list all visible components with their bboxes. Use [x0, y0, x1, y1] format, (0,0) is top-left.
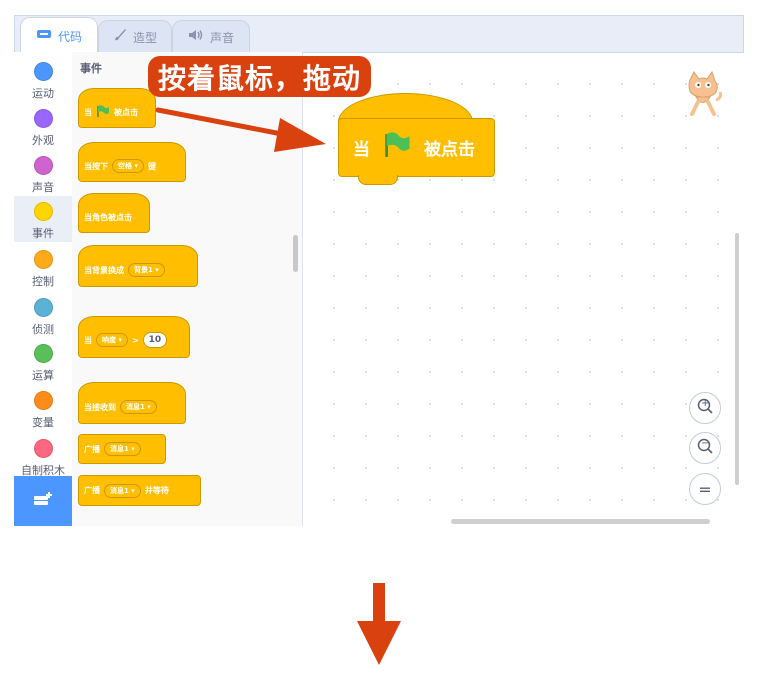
block-when-flag-clicked[interactable]: 当 被点击 [78, 88, 156, 128]
tab-sounds[interactable]: 声音 [172, 20, 250, 53]
block-when-receive[interactable]: 当接收到 消息1 ▾ [78, 382, 186, 424]
canvas-horizontal-scrollbar[interactable] [451, 519, 710, 524]
message-value: 消息1 [110, 445, 129, 453]
category-variables[interactable]: 变量 [14, 385, 72, 431]
block-when-backdrop-switches[interactable]: 当背景换成 背景1 ▾ [78, 245, 198, 287]
block-text: 当背景换成 [84, 265, 124, 275]
backdrop-value: 背景1 [134, 266, 153, 274]
add-extension-button[interactable] [14, 476, 72, 526]
block-when-sprite-clicked[interactable]: 当角色被点击 [78, 193, 150, 233]
category-myblocks[interactable]: 自制积木 [14, 433, 72, 479]
block-broadcast-and-wait[interactable]: 广播 消息1 ▾ 并等待 [78, 475, 201, 506]
category-menu: 运动 外观 声音 事件 控制 侦测 运算 变量 自制积木 [14, 52, 73, 526]
block-text: 广播 [84, 486, 100, 495]
sprite-cat-icon[interactable] [682, 70, 724, 120]
message-value: 消息1 [110, 486, 129, 495]
zoom-out-button[interactable]: − [689, 432, 721, 464]
down-arrow-icon [357, 583, 401, 665]
category-control[interactable]: 控制 [14, 244, 72, 290]
block-text: 当接收到 [84, 402, 116, 412]
brush-icon [113, 28, 127, 46]
threshold-input[interactable]: 10 [142, 332, 168, 348]
speaker-icon [188, 29, 204, 45]
tab-bar: 代码 造型 声音 [14, 15, 744, 54]
category-label: 运动 [32, 87, 54, 100]
block-text: 当按下 [84, 161, 108, 171]
zoom-reset-symbol: = [698, 479, 712, 499]
tab-code-label: 代码 [57, 29, 82, 44]
key-value: 空格 [118, 162, 132, 170]
canvas-block-text: 被点击 [424, 140, 475, 160]
category-looks[interactable]: 外观 [14, 103, 72, 149]
sensing-dot-icon [33, 298, 53, 317]
control-dot-icon [33, 250, 53, 269]
tab-sounds-label: 声音 [209, 30, 234, 45]
category-label: 声音 [32, 181, 54, 194]
block-text: 当角色被点击 [84, 212, 132, 222]
zoom-out-symbol: − [701, 438, 710, 449]
tab-costumes[interactable]: 造型 [98, 20, 172, 53]
tab-costumes-label: 造型 [132, 30, 157, 45]
category-label: 运算 [32, 369, 54, 382]
message-value: 消息1 [126, 403, 145, 411]
category-motion[interactable]: 运动 [14, 56, 72, 102]
canvas-block-notch [358, 175, 398, 185]
operators-dot-icon [33, 344, 53, 363]
category-sensing[interactable]: 侦测 [14, 292, 72, 338]
looks-dot-icon [33, 109, 53, 128]
tab-code[interactable]: 代码 [20, 17, 98, 54]
sensor-value: 响度 [102, 336, 116, 344]
message-dropdown[interactable]: 消息1 ▾ [120, 400, 157, 414]
block-text: 广播 [84, 444, 100, 454]
motion-dot-icon [33, 62, 53, 81]
sensor-dropdown[interactable]: 响度 ▾ [96, 333, 128, 347]
category-label: 变量 [32, 416, 54, 429]
block-text: 键 [147, 161, 156, 171]
block-text: 当 [84, 335, 92, 345]
broadcast-dropdown[interactable]: 消息1 ▾ [104, 442, 141, 456]
canvas-block-text: 当 [353, 140, 370, 160]
category-label: 侦测 [32, 323, 54, 336]
sound-dot-icon [33, 156, 53, 175]
instruction-banner: 按着鼠标，拖动 [148, 56, 372, 97]
events-dot-icon [33, 202, 53, 221]
canvas-block-when-flag-clicked[interactable]: 当 被点击 [338, 118, 495, 177]
palette-section-title: 事件 [80, 62, 102, 75]
category-sound[interactable]: 声音 [14, 150, 72, 196]
block-text: 当 [84, 107, 92, 117]
category-events[interactable]: 事件 [14, 196, 72, 242]
backdrop-dropdown[interactable]: 背景1 ▾ [128, 263, 165, 277]
myblocks-dot-icon [33, 439, 53, 458]
code-icon [36, 28, 52, 44]
zoom-in-symbol: + [701, 398, 710, 409]
palette-scrollbar[interactable] [293, 235, 298, 272]
key-dropdown[interactable]: 空格 ▾ [112, 159, 144, 173]
category-operators[interactable]: 运算 [14, 338, 72, 384]
canvas-vertical-scrollbar[interactable] [735, 233, 739, 485]
block-text: 被点击 [114, 107, 138, 117]
zoom-in-button[interactable]: + [689, 392, 721, 424]
operator-text: > [131, 335, 139, 345]
category-label: 控制 [32, 275, 54, 288]
variables-dot-icon [33, 391, 53, 410]
block-text: 并等待 [144, 486, 169, 495]
zoom-reset-button[interactable]: = [689, 473, 721, 505]
drag-arrow-icon [155, 107, 326, 152]
green-flag-icon [96, 104, 110, 120]
category-label: 事件 [32, 227, 54, 240]
extension-icon [32, 490, 54, 512]
block-when-greater-than[interactable]: 当 响度 ▾ > 10 [78, 316, 190, 358]
category-label: 外观 [32, 134, 54, 147]
block-broadcast[interactable]: 广播 消息1 ▾ [78, 434, 166, 464]
green-flag-icon [382, 131, 412, 164]
broadcast-wait-dropdown[interactable]: 消息1 ▾ [104, 483, 141, 498]
